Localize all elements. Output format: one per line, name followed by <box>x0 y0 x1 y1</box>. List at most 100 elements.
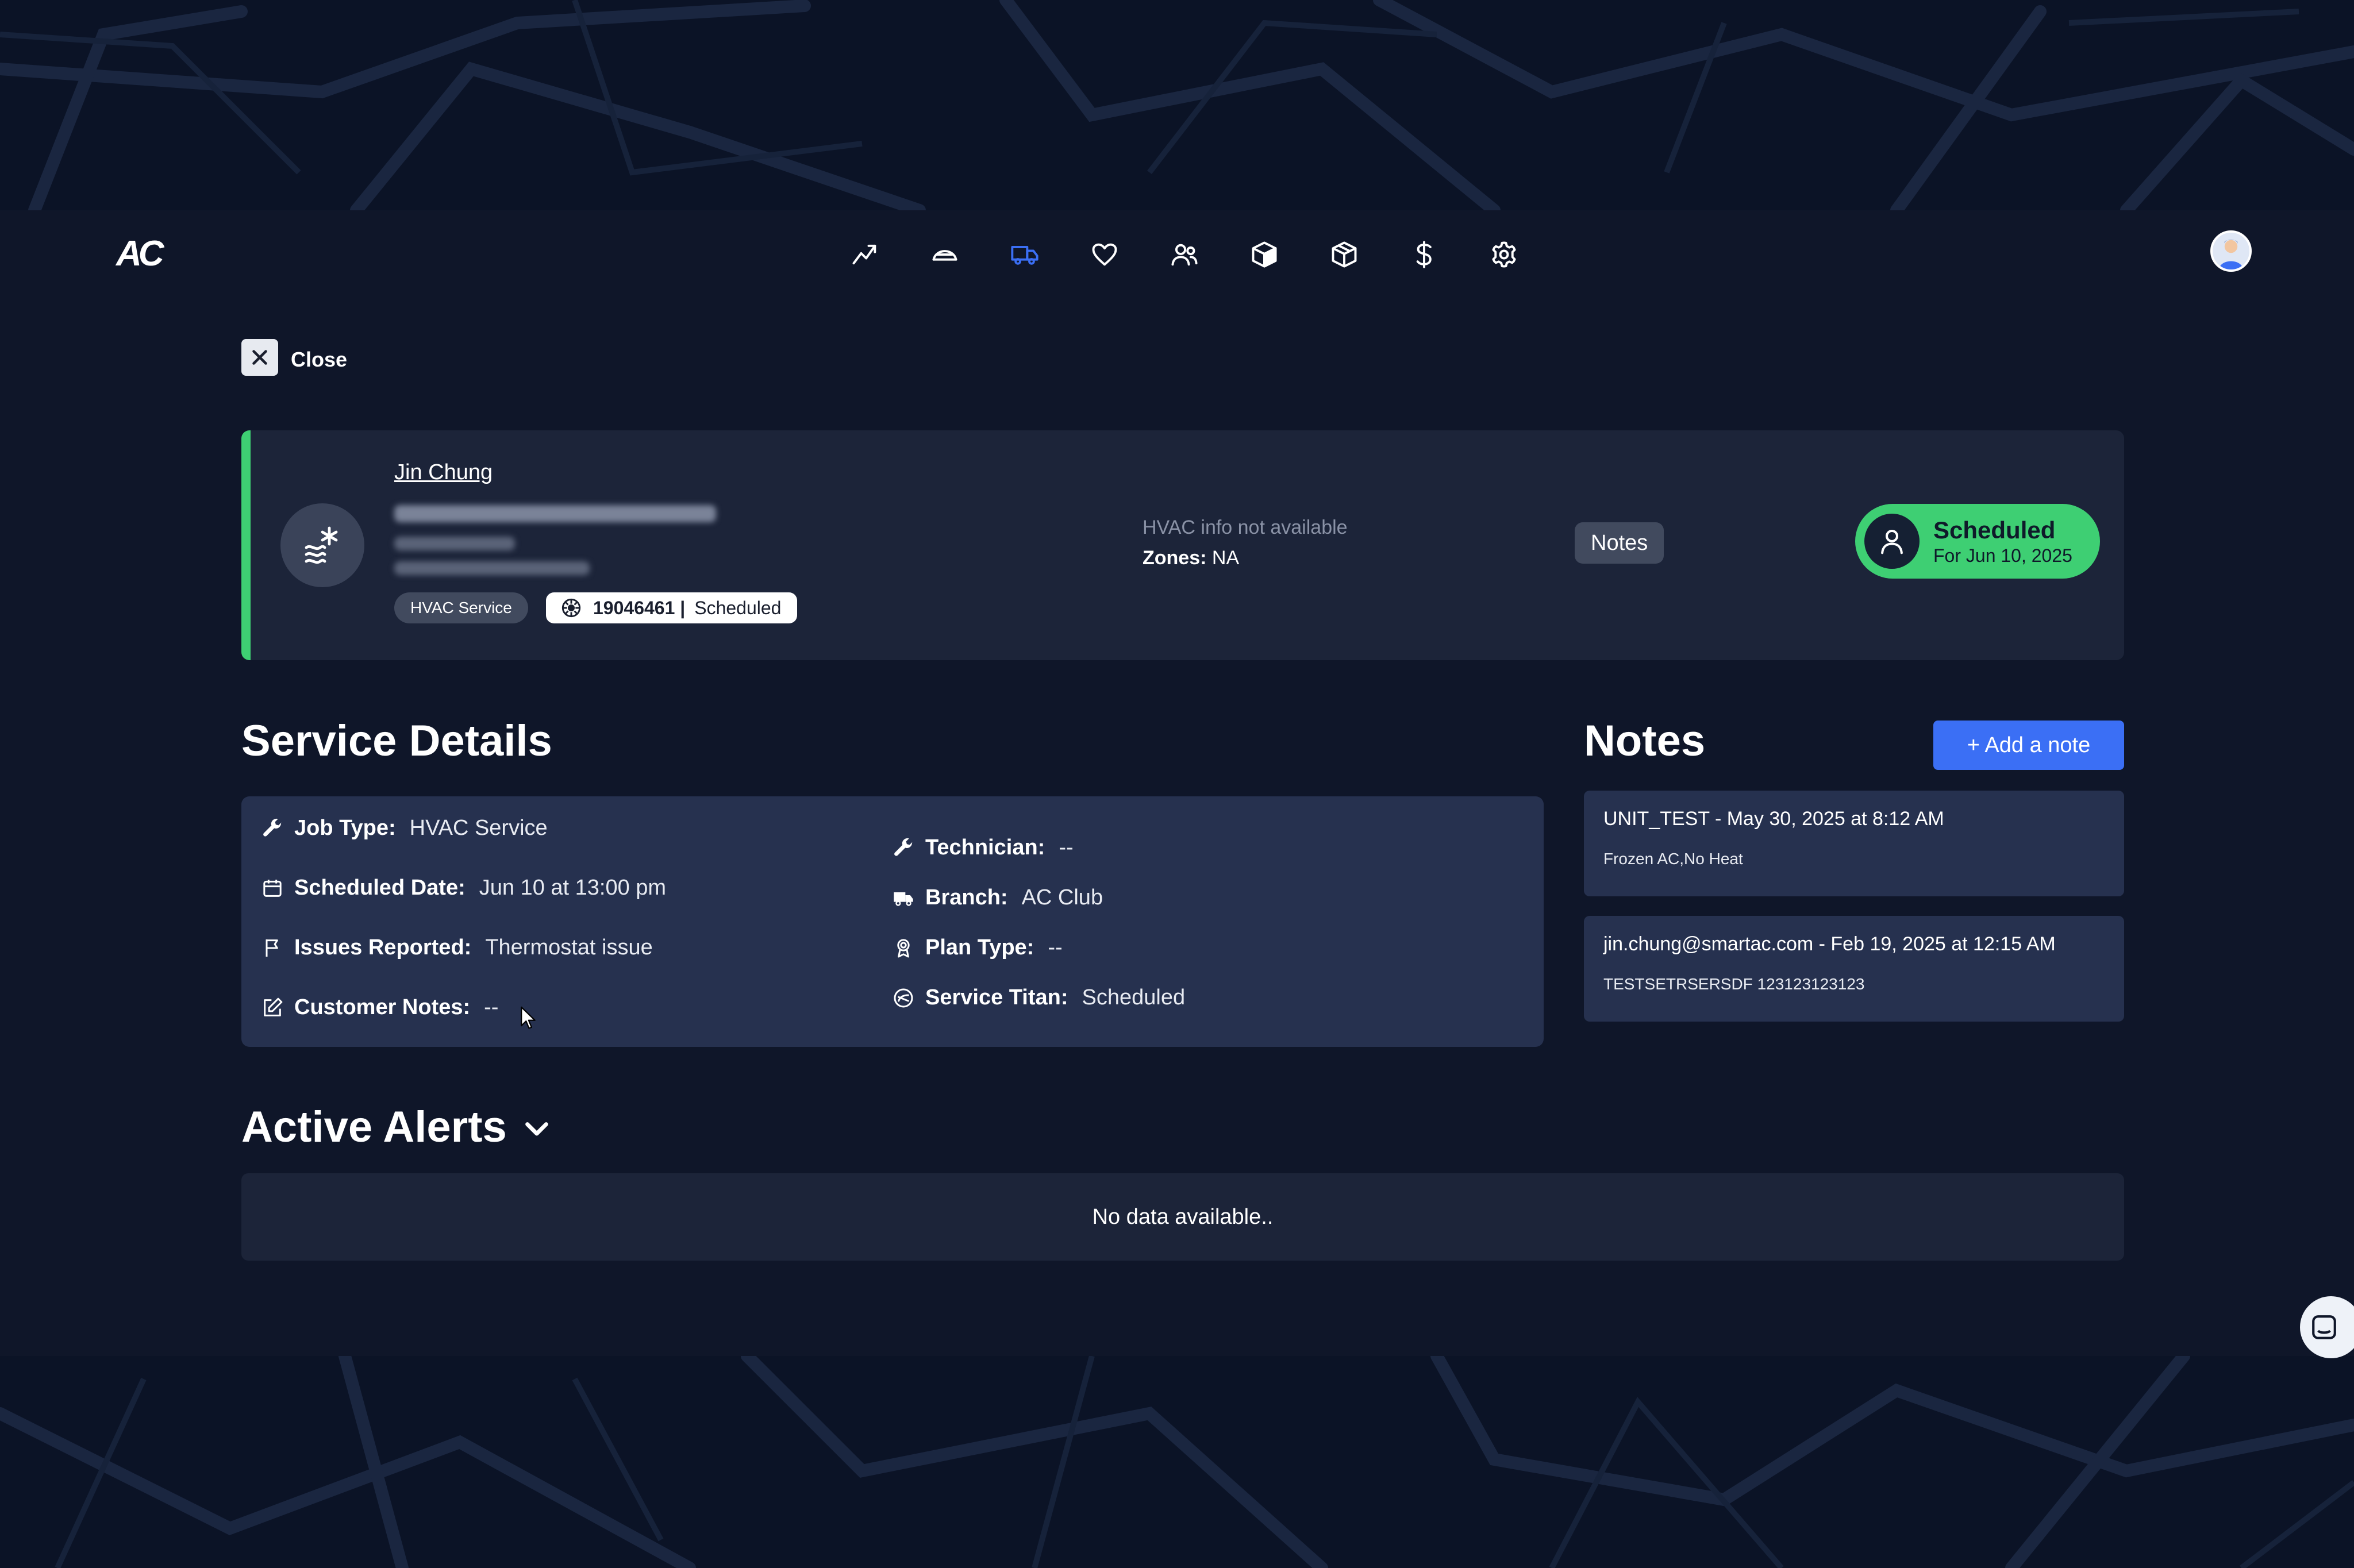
hvac-unit-icon <box>932 250 957 261</box>
detail-value: AC Club <box>1021 885 1103 910</box>
service-details-card: Job Type: HVAC Service Scheduled Date: J… <box>241 796 1544 1047</box>
truck-icon <box>1011 246 1038 265</box>
notes-button[interactable]: Notes <box>1575 522 1664 564</box>
nav-billing[interactable] <box>1404 234 1444 275</box>
user-icon <box>1881 529 1903 554</box>
note-header: UNIT_TEST - May 30, 2025 at 8:12 AM <box>1603 808 1944 830</box>
status-date: For Jun 10, 2025 <box>1933 545 2072 566</box>
map-background-top <box>0 0 2354 210</box>
main-nav <box>845 234 1524 275</box>
chat-icon <box>2312 1315 2336 1339</box>
truck-icon <box>894 892 913 906</box>
close-icon <box>252 350 267 365</box>
customer-card: Jin Chung HVAC Service 19046461 | Schedu… <box>241 430 2124 660</box>
zones-label: Zones: <box>1143 547 1207 569</box>
trend-chart-icon <box>852 244 876 265</box>
gear-icon <box>1492 241 1516 268</box>
box-outline-icon <box>1332 241 1357 268</box>
service-details-heading: Service Details <box>241 716 552 765</box>
detail-label: Plan Type: <box>925 935 1034 960</box>
box-filled-icon <box>1252 241 1277 268</box>
nav-inventory[interactable] <box>1244 234 1284 275</box>
nav-jobs[interactable] <box>1005 234 1045 275</box>
detail-value: Thermostat issue <box>485 935 653 960</box>
active-alerts-toggle[interactable]: Active Alerts <box>241 1102 553 1152</box>
detail-issues-reported: Issues Reported: Thermostat issue <box>261 935 653 960</box>
service-type-tag: HVAC Service <box>394 592 528 623</box>
nav-units[interactable] <box>925 234 965 275</box>
detail-branch: Branch: AC Club <box>892 885 1103 910</box>
wrench-icon <box>894 838 913 856</box>
award-icon <box>897 938 910 957</box>
calendar-icon <box>263 879 282 897</box>
card-accent-bar <box>241 430 251 660</box>
detail-label: Customer Notes: <box>294 995 471 1019</box>
snowflake-airflow-icon <box>305 526 338 564</box>
dollar-icon <box>1416 241 1432 268</box>
job-id: 19046461 | <box>593 597 686 618</box>
app-logo[interactable]: AC <box>116 233 164 274</box>
users-icon <box>1171 244 1198 266</box>
detail-label: Service Titan: <box>925 985 1068 1010</box>
close-control[interactable]: Close <box>241 339 347 376</box>
zones-value: NA <box>1211 547 1240 569</box>
note-header: jin.chung@smartac.com - Feb 19, 2025 at … <box>1603 933 2056 955</box>
user-avatar-icon <box>2213 233 2249 269</box>
customer-phone-redacted <box>394 537 515 550</box>
detail-label: Issues Reported: <box>294 935 472 960</box>
close-button[interactable] <box>241 339 278 376</box>
add-note-button[interactable]: + Add a note <box>1933 721 2124 770</box>
note-item[interactable]: jin.chung@smartac.com - Feb 19, 2025 at … <box>1584 916 2124 1022</box>
app-window: AC Close Jin Chung HVAC Service 19046461… <box>0 210 2354 1358</box>
nav-analytics[interactable] <box>845 234 885 275</box>
nav-settings[interactable] <box>1484 234 1524 275</box>
detail-customer-notes: Customer Notes: -- <box>261 995 498 1020</box>
note-body: TESTSETRSERSDF 123123123123 <box>1603 975 1865 993</box>
customer-email-redacted <box>394 561 590 575</box>
wrench-icon <box>263 818 282 837</box>
nav-customers[interactable] <box>1164 234 1205 275</box>
detail-job-type: Job Type: HVAC Service <box>261 816 548 841</box>
detail-value: Jun 10 at 13:00 pm <box>479 876 667 900</box>
user-avatar[interactable] <box>2210 230 2252 272</box>
hvac-info-text: HVAC info not available <box>1143 517 1348 538</box>
detail-label: Branch: <box>925 885 1008 910</box>
detail-value: HVAC Service <box>409 816 548 840</box>
mouse-cursor-icon <box>521 1006 536 1029</box>
flag-icon <box>266 939 278 957</box>
detail-label: Technician: <box>925 835 1045 860</box>
edit-icon <box>264 997 283 1016</box>
customer-name-link[interactable]: Jin Chung <box>394 460 493 485</box>
detail-service-titan: Service Titan: Scheduled <box>892 985 1185 1010</box>
detail-value: Scheduled <box>1082 985 1186 1010</box>
detail-label: Scheduled Date: <box>294 876 466 900</box>
service-titan-icon <box>894 988 913 1007</box>
job-status-pill[interactable]: 19046461 | Scheduled <box>546 592 798 623</box>
notes-heading: Notes <box>1584 716 1706 765</box>
detail-plan-type: Plan Type: -- <box>892 935 1063 960</box>
customer-address-redacted <box>394 505 716 522</box>
nav-health[interactable] <box>1084 234 1125 275</box>
chat-launcher-button[interactable] <box>2300 1296 2354 1358</box>
customer-avatar <box>280 503 364 587</box>
map-background-bottom <box>0 1356 2354 1568</box>
detail-technician: Technician: -- <box>892 835 1074 860</box>
zones-info: Zones: NA <box>1143 547 1239 569</box>
detail-value: -- <box>1048 935 1063 960</box>
detail-value: -- <box>1059 835 1074 860</box>
service-titan-logo-icon <box>561 598 581 618</box>
detail-value: -- <box>484 995 499 1019</box>
detail-label: Job Type: <box>294 816 396 840</box>
close-label[interactable]: Close <box>291 348 347 372</box>
active-alerts-heading: Active Alerts <box>241 1103 507 1151</box>
job-status: Scheduled <box>694 597 782 618</box>
scheduled-status-badge[interactable]: Scheduled For Jun 10, 2025 <box>1855 504 2100 579</box>
status-user-icon-wrap <box>1864 514 1920 569</box>
note-body: Frozen AC,No Heat <box>1603 850 1743 868</box>
nav-products[interactable] <box>1324 234 1364 275</box>
heart-icon <box>1092 243 1117 266</box>
note-item[interactable]: UNIT_TEST - May 30, 2025 at 8:12 AM Froz… <box>1584 791 2124 896</box>
status-title: Scheduled <box>1933 516 2056 544</box>
detail-scheduled-date: Scheduled Date: Jun 10 at 13:00 pm <box>261 876 666 900</box>
chevron-down-icon <box>525 1122 548 1135</box>
